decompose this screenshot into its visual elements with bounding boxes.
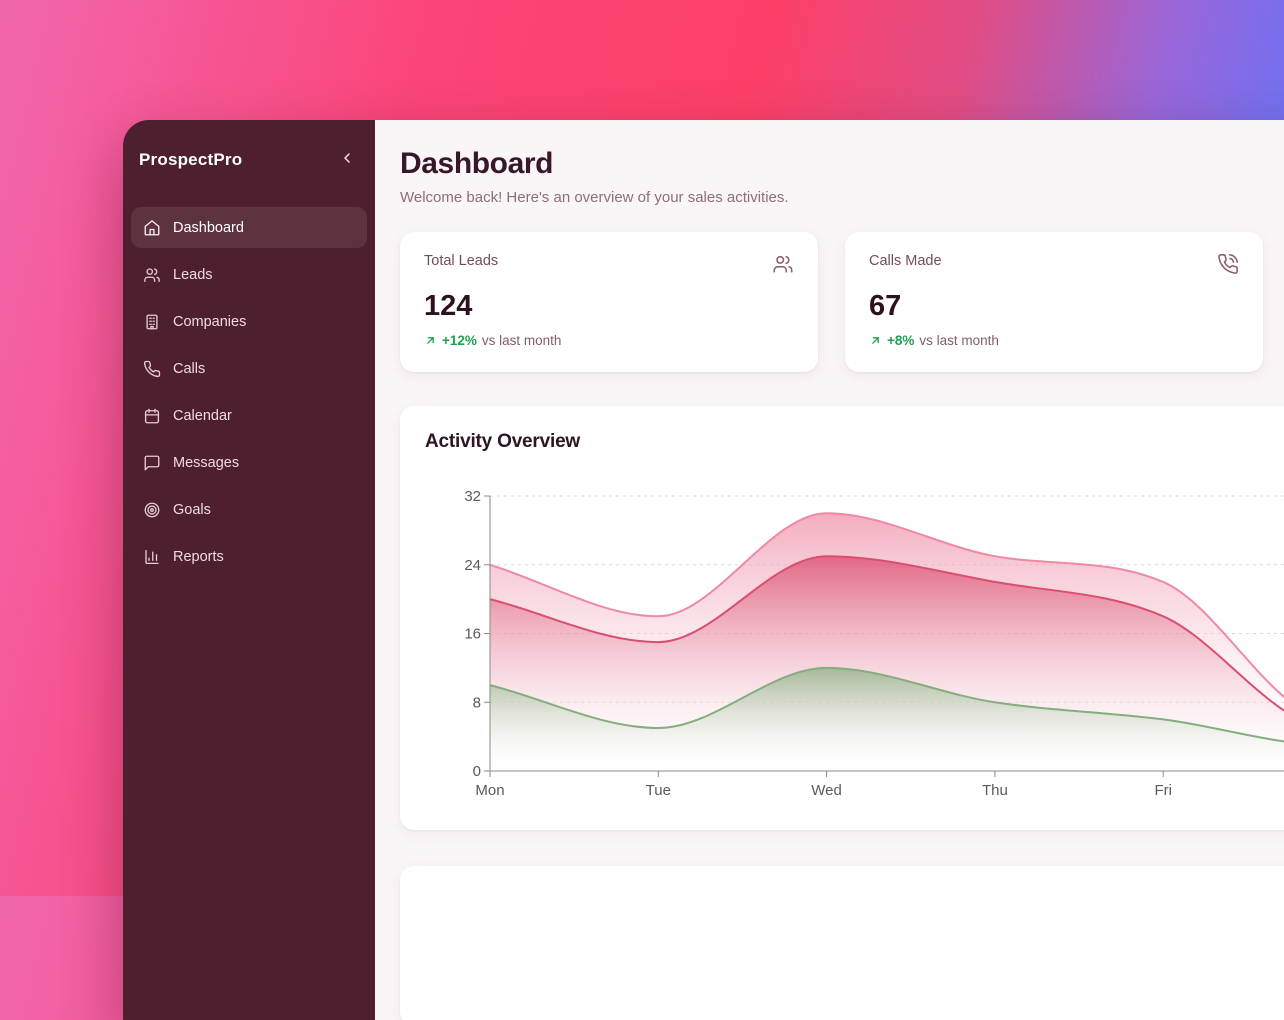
sidebar-item-label: Messages	[173, 455, 239, 471]
sidebar-item-label: Reports	[173, 549, 224, 565]
sidebar-collapse-button[interactable]	[337, 148, 357, 171]
stat-card-total-leads: Total Leads 124 +12% vs last month	[400, 232, 818, 372]
phone-icon	[143, 360, 161, 378]
activity-chart: 08162432MonTueWedThuFriSatSun	[425, 475, 1284, 807]
stat-label: Total Leads	[424, 253, 498, 269]
sidebar-item-label: Leads	[173, 267, 213, 283]
users-icon	[143, 266, 161, 284]
building-icon	[143, 313, 161, 331]
sidebar-header: ProspectPro	[139, 148, 357, 171]
stat-value: 124	[424, 291, 794, 321]
sidebar-item-companies[interactable]: Companies	[131, 301, 367, 342]
y-axis-tick-label: 0	[473, 763, 481, 780]
sidebar-item-goals[interactable]: Goals	[131, 489, 367, 530]
x-axis-tick-label: Tue	[646, 782, 671, 799]
x-axis-tick-label: Thu	[982, 782, 1008, 799]
stat-label: Calls Made	[869, 253, 942, 269]
app-window: ProspectPro Dashboard Leads Companies	[123, 120, 1284, 1020]
stat-value: 67	[869, 291, 1239, 321]
sidebar-item-calls[interactable]: Calls	[131, 348, 367, 389]
main-content: Dashboard Welcome back! Here's an overvi…	[375, 120, 1284, 1020]
sidebar-item-label: Calendar	[173, 408, 232, 424]
sidebar-item-dashboard[interactable]: Dashboard	[131, 207, 367, 248]
stat-card-calls-made: Calls Made 67 +8% vs last month	[845, 232, 1263, 372]
page-title: Dashboard	[400, 146, 1284, 182]
x-axis-tick-label: Fri	[1154, 782, 1172, 799]
y-axis-tick-label: 24	[464, 557, 481, 574]
users-icon	[772, 253, 794, 275]
partial-bottom-card	[400, 866, 1284, 1020]
sidebar-item-calendar[interactable]: Calendar	[131, 395, 367, 436]
stats-row: Total Leads 124 +12% vs last month Calls…	[400, 232, 1284, 372]
y-axis-tick-label: 8	[473, 694, 481, 711]
page-subtitle: Welcome back! Here's an overview of your…	[400, 189, 1284, 206]
sidebar-item-messages[interactable]: Messages	[131, 442, 367, 483]
stat-trend: +12% vs last month	[424, 333, 794, 348]
message-square-icon	[143, 454, 161, 472]
area-chart-svg: 08162432MonTueWedThuFriSatSun	[425, 475, 1284, 807]
chart-title: Activity Overview	[425, 430, 1284, 453]
sidebar: ProspectPro Dashboard Leads Companies	[123, 120, 375, 1020]
trend-note: vs last month	[482, 333, 562, 348]
brand-logo: ProspectPro	[139, 150, 242, 170]
phone-call-icon	[1217, 253, 1239, 275]
sidebar-item-leads[interactable]: Leads	[131, 254, 367, 295]
trend-up-icon	[424, 334, 437, 347]
sidebar-item-label: Goals	[173, 502, 211, 518]
calendar-icon	[143, 407, 161, 425]
y-axis-tick-label: 32	[464, 488, 481, 505]
sidebar-item-reports[interactable]: Reports	[131, 536, 367, 577]
house-icon	[143, 219, 161, 237]
trend-note: vs last month	[919, 333, 999, 348]
stat-trend: +8% vs last month	[869, 333, 1239, 348]
chevron-left-icon	[339, 150, 355, 169]
target-icon	[143, 501, 161, 519]
sidebar-item-label: Calls	[173, 361, 205, 377]
trend-percent: +8%	[887, 333, 914, 348]
sidebar-nav: Dashboard Leads Companies Calls Calendar…	[131, 207, 367, 577]
y-axis-tick-label: 16	[464, 626, 481, 643]
sidebar-item-label: Companies	[173, 314, 246, 330]
trend-up-icon	[869, 334, 882, 347]
activity-overview-card: Activity Overview 0 8 16 24 32 Mon Tue Wed Thu Fr…	[400, 406, 1284, 830]
trend-percent: +12%	[442, 333, 477, 348]
sidebar-item-label: Dashboard	[173, 220, 244, 236]
bar-chart-icon	[143, 548, 161, 566]
x-axis-tick-label: Mon	[475, 782, 504, 799]
x-axis-tick-label: Wed	[811, 782, 842, 799]
